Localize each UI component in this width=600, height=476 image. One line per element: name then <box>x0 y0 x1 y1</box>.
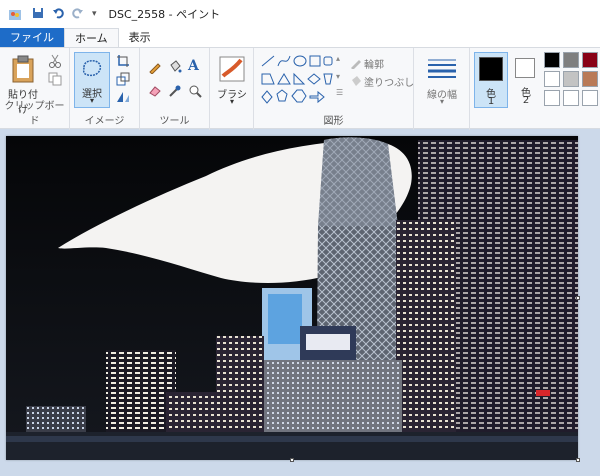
size-dropdown-icon: ▾ <box>439 97 444 106</box>
palette-color-swatch[interactable] <box>544 71 560 87</box>
text-tool-icon[interactable]: A <box>188 58 199 74</box>
brush-button[interactable]: ブラシ ▾ <box>214 52 250 108</box>
color-picker-icon[interactable] <box>168 84 182 98</box>
copy-icon[interactable] <box>48 72 62 86</box>
shapes-scroll-up-icon[interactable]: ▴ <box>336 54 340 63</box>
undo-icon[interactable] <box>52 7 64 22</box>
outline-label: 輪郭 <box>364 60 384 71</box>
resize-handle-corner[interactable] <box>576 458 580 462</box>
palette-empty-swatch[interactable] <box>582 90 598 106</box>
tab-view[interactable]: 表示 <box>119 28 161 48</box>
shapes-scroll-down-icon[interactable]: ▾ <box>336 72 340 81</box>
resize-handle-bottom[interactable] <box>290 458 294 462</box>
fill-bucket-icon[interactable] <box>168 60 182 74</box>
brushes-group: ブラシ ▾ <box>210 48 254 130</box>
clipboard-group-label: クリップボード <box>4 101 65 127</box>
paint-app-icon <box>9 10 21 20</box>
palette-color-swatch[interactable] <box>563 71 579 87</box>
fill-icon <box>352 76 361 86</box>
palette-empty-swatch[interactable] <box>563 90 579 106</box>
color2-button[interactable]: 色 2 <box>512 52 540 108</box>
clipboard-group: 貼り付け クリップボード <box>0 48 70 130</box>
image-canvas[interactable] <box>6 136 578 460</box>
cut-icon[interactable] <box>48 54 62 68</box>
resize-handle-right[interactable] <box>576 296 580 300</box>
size-button[interactable]: 線の幅 ▾ <box>420 52 464 108</box>
paste-button[interactable]: 貼り付け <box>4 52 42 116</box>
color-palette <box>544 52 600 112</box>
size-group: 線の幅 ▾ <box>414 48 470 130</box>
window-title: DSC_2558 - ペイント <box>108 8 221 21</box>
shapes-group: ▴ ▾ ☰ 輪郭 塗りつぶし 図形 <box>254 48 414 130</box>
paste-icon <box>12 55 34 83</box>
redo-icon[interactable] <box>72 7 84 22</box>
color1-swatch <box>479 57 503 81</box>
palette-color-swatch[interactable] <box>563 52 579 68</box>
select-dropdown-icon: ▾ <box>89 96 94 105</box>
pencil-icon[interactable] <box>148 60 162 74</box>
ribbon: 貼り付け クリップボード 選択 ▾ イメージ A ツール ブラシ ▾ ▴ ▾ ☰… <box>0 47 600 130</box>
color2-swatch <box>515 58 535 78</box>
colors-group: 色 1 色 2 <box>470 48 600 130</box>
city-night-photo <box>6 136 578 460</box>
line-width-icon <box>428 59 456 78</box>
ribbon-tabs: ファイル ホーム 表示 <box>0 28 600 48</box>
palette-color-swatch[interactable] <box>544 52 560 68</box>
middle-building <box>396 220 456 460</box>
image-group-label: イメージ <box>84 116 125 127</box>
outline-icon <box>351 60 361 69</box>
color1-button[interactable]: 色 1 <box>474 52 508 108</box>
shapes-more-icon[interactable]: ☰ <box>336 88 343 97</box>
select-button[interactable]: 選択 ▾ <box>74 52 110 108</box>
save-icon[interactable] <box>32 7 44 22</box>
tools-group: A ツール <box>140 48 210 130</box>
image-group: 選択 ▾ イメージ <box>70 48 140 130</box>
shapes-group-label: 図形 <box>323 116 344 127</box>
shapes-gallery[interactable] <box>260 54 334 104</box>
tab-home[interactable]: ホーム <box>64 28 119 48</box>
palette-color-swatch[interactable] <box>582 52 598 68</box>
customize-qat-icon[interactable]: ▾ <box>92 9 97 19</box>
tools-group-label: ツール <box>159 116 190 127</box>
eraser-icon[interactable] <box>148 84 162 98</box>
color1-number: 1 <box>487 96 495 107</box>
magnifier-icon[interactable] <box>188 84 202 98</box>
title-bar: ▾ DSC_2558 - ペイント <box>0 0 600 28</box>
tab-file[interactable]: ファイル <box>0 28 64 48</box>
crop-icon[interactable] <box>116 54 130 68</box>
canvas-area[interactable] <box>0 130 600 476</box>
brush-dropdown-icon: ▾ <box>229 97 234 106</box>
rotate-icon[interactable] <box>116 90 130 104</box>
free-select-icon <box>82 60 102 77</box>
palette-color-swatch[interactable] <box>582 71 598 87</box>
fill-label: 塗りつぶし <box>364 78 415 89</box>
resize-icon[interactable] <box>116 72 130 86</box>
color2-number: 2 <box>522 95 530 106</box>
palette-empty-swatch[interactable] <box>544 90 560 106</box>
brush-icon <box>219 56 245 82</box>
